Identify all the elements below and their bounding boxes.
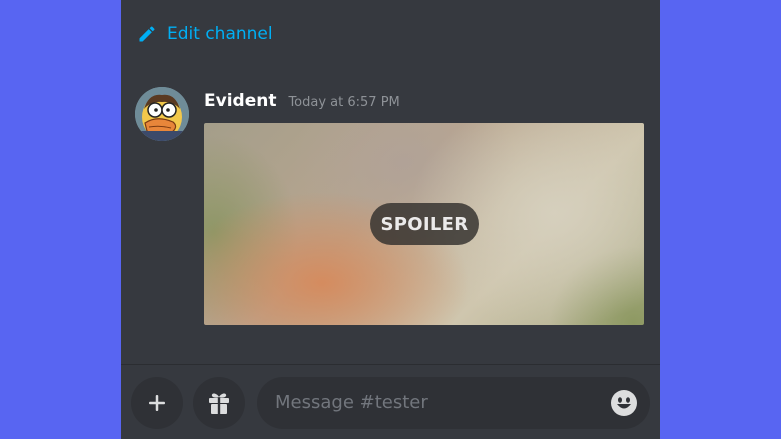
message-placeholder: Message #tester bbox=[275, 392, 428, 413]
emoji-icon bbox=[611, 390, 637, 416]
pencil-icon bbox=[139, 26, 155, 42]
plus-icon bbox=[149, 395, 165, 411]
edit-channel-label: Edit channel bbox=[167, 24, 273, 44]
username[interactable]: Evident bbox=[204, 91, 276, 111]
chat-screen: Edit channel Evident Today at 6:57 PM SP… bbox=[121, 0, 660, 439]
spoiler-image-attachment[interactable]: SPOILER bbox=[204, 123, 644, 325]
emoji-button[interactable] bbox=[610, 389, 638, 417]
avatar[interactable] bbox=[135, 87, 189, 141]
edit-channel-link[interactable]: Edit channel bbox=[137, 20, 273, 48]
add-attachment-button[interactable] bbox=[131, 377, 183, 429]
timestamp: Today at 6:57 PM bbox=[288, 95, 400, 110]
gift-icon bbox=[209, 393, 229, 414]
message-composer: Message #tester bbox=[121, 365, 660, 439]
spoiler-label: SPOILER bbox=[370, 203, 479, 245]
gift-button[interactable] bbox=[193, 377, 245, 429]
message-input[interactable]: Message #tester bbox=[257, 377, 650, 429]
message-header: Evident Today at 6:57 PM bbox=[204, 91, 400, 111]
avatar-image bbox=[135, 87, 189, 141]
